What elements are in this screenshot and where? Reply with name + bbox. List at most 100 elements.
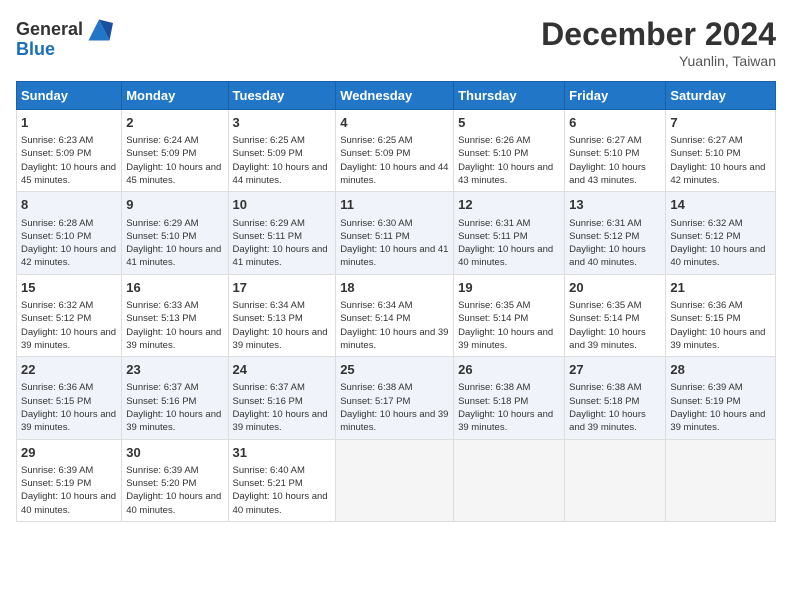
day-number: 16 xyxy=(126,279,223,297)
empty-cell xyxy=(454,439,565,521)
day-info: Sunrise: 6:31 AM Sunset: 5:11 PM Dayligh… xyxy=(458,217,560,270)
empty-cell xyxy=(666,439,776,521)
day-cell-20: 20 Sunrise: 6:35 AM Sunset: 5:14 PM Dayl… xyxy=(565,274,666,356)
day-number: 8 xyxy=(21,196,117,214)
day-info: Sunrise: 6:27 AM Sunset: 5:10 PM Dayligh… xyxy=(569,134,661,187)
day-info: Sunrise: 6:30 AM Sunset: 5:11 PM Dayligh… xyxy=(340,217,449,270)
day-number: 28 xyxy=(670,361,771,379)
day-info: Sunrise: 6:28 AM Sunset: 5:10 PM Dayligh… xyxy=(21,217,117,270)
empty-cell xyxy=(336,439,454,521)
day-number: 29 xyxy=(21,444,117,462)
col-monday: Monday xyxy=(122,82,228,110)
day-info: Sunrise: 6:25 AM Sunset: 5:09 PM Dayligh… xyxy=(233,134,332,187)
day-info: Sunrise: 6:29 AM Sunset: 5:10 PM Dayligh… xyxy=(126,217,223,270)
day-number: 7 xyxy=(670,114,771,132)
day-cell-17: 17 Sunrise: 6:34 AM Sunset: 5:13 PM Dayl… xyxy=(228,274,336,356)
title-block: December 2024 Yuanlin, Taiwan xyxy=(541,16,776,69)
day-number: 15 xyxy=(21,279,117,297)
day-cell-22: 22 Sunrise: 6:36 AM Sunset: 5:15 PM Dayl… xyxy=(17,357,122,439)
day-cell-3: 3 Sunrise: 6:25 AM Sunset: 5:09 PM Dayli… xyxy=(228,110,336,192)
day-cell-1: 1 Sunrise: 6:23 AM Sunset: 5:09 PM Dayli… xyxy=(17,110,122,192)
day-number: 12 xyxy=(458,196,560,214)
day-number: 6 xyxy=(569,114,661,132)
day-cell-5: 5 Sunrise: 6:26 AM Sunset: 5:10 PM Dayli… xyxy=(454,110,565,192)
day-info: Sunrise: 6:39 AM Sunset: 5:19 PM Dayligh… xyxy=(670,381,771,434)
day-info: Sunrise: 6:37 AM Sunset: 5:16 PM Dayligh… xyxy=(126,381,223,434)
day-number: 23 xyxy=(126,361,223,379)
day-info: Sunrise: 6:36 AM Sunset: 5:15 PM Dayligh… xyxy=(670,299,771,352)
day-info: Sunrise: 6:32 AM Sunset: 5:12 PM Dayligh… xyxy=(670,217,771,270)
day-info: Sunrise: 6:34 AM Sunset: 5:14 PM Dayligh… xyxy=(340,299,449,352)
day-info: Sunrise: 6:39 AM Sunset: 5:19 PM Dayligh… xyxy=(21,464,117,517)
day-info: Sunrise: 6:29 AM Sunset: 5:11 PM Dayligh… xyxy=(233,217,332,270)
day-number: 31 xyxy=(233,444,332,462)
day-number: 3 xyxy=(233,114,332,132)
day-number: 14 xyxy=(670,196,771,214)
day-cell-31: 31 Sunrise: 6:40 AM Sunset: 5:21 PM Dayl… xyxy=(228,439,336,521)
empty-cell xyxy=(565,439,666,521)
day-cell-13: 13 Sunrise: 6:31 AM Sunset: 5:12 PM Dayl… xyxy=(565,192,666,274)
day-number: 18 xyxy=(340,279,449,297)
day-cell-23: 23 Sunrise: 6:37 AM Sunset: 5:16 PM Dayl… xyxy=(122,357,228,439)
day-number: 5 xyxy=(458,114,560,132)
day-info: Sunrise: 6:40 AM Sunset: 5:21 PM Dayligh… xyxy=(233,464,332,517)
week-row-5: 29 Sunrise: 6:39 AM Sunset: 5:19 PM Dayl… xyxy=(17,439,776,521)
day-cell-7: 7 Sunrise: 6:27 AM Sunset: 5:10 PM Dayli… xyxy=(666,110,776,192)
day-cell-16: 16 Sunrise: 6:33 AM Sunset: 5:13 PM Dayl… xyxy=(122,274,228,356)
day-info: Sunrise: 6:34 AM Sunset: 5:13 PM Dayligh… xyxy=(233,299,332,352)
day-info: Sunrise: 6:38 AM Sunset: 5:17 PM Dayligh… xyxy=(340,381,449,434)
day-number: 1 xyxy=(21,114,117,132)
day-number: 24 xyxy=(233,361,332,379)
day-cell-29: 29 Sunrise: 6:39 AM Sunset: 5:19 PM Dayl… xyxy=(17,439,122,521)
day-info: Sunrise: 6:33 AM Sunset: 5:13 PM Dayligh… xyxy=(126,299,223,352)
day-number: 9 xyxy=(126,196,223,214)
day-info: Sunrise: 6:38 AM Sunset: 5:18 PM Dayligh… xyxy=(569,381,661,434)
logo-icon xyxy=(85,16,113,44)
header: General Blue December 2024 Yuanlin, Taiw… xyxy=(16,16,776,69)
day-number: 26 xyxy=(458,361,560,379)
col-friday: Friday xyxy=(565,82,666,110)
day-cell-14: 14 Sunrise: 6:32 AM Sunset: 5:12 PM Dayl… xyxy=(666,192,776,274)
day-info: Sunrise: 6:37 AM Sunset: 5:16 PM Dayligh… xyxy=(233,381,332,434)
day-info: Sunrise: 6:35 AM Sunset: 5:14 PM Dayligh… xyxy=(458,299,560,352)
logo-general: General xyxy=(16,19,83,39)
day-cell-12: 12 Sunrise: 6:31 AM Sunset: 5:11 PM Dayl… xyxy=(454,192,565,274)
col-sunday: Sunday xyxy=(17,82,122,110)
day-number: 19 xyxy=(458,279,560,297)
col-thursday: Thursday xyxy=(454,82,565,110)
logo-blue: Blue xyxy=(16,39,55,59)
calendar-container: General Blue December 2024 Yuanlin, Taiw… xyxy=(0,0,792,530)
day-number: 27 xyxy=(569,361,661,379)
day-info: Sunrise: 6:31 AM Sunset: 5:12 PM Dayligh… xyxy=(569,217,661,270)
day-cell-21: 21 Sunrise: 6:36 AM Sunset: 5:15 PM Dayl… xyxy=(666,274,776,356)
day-number: 10 xyxy=(233,196,332,214)
col-tuesday: Tuesday xyxy=(228,82,336,110)
logo: General Blue xyxy=(16,16,113,60)
day-cell-27: 27 Sunrise: 6:38 AM Sunset: 5:18 PM Dayl… xyxy=(565,357,666,439)
day-info: Sunrise: 6:39 AM Sunset: 5:20 PM Dayligh… xyxy=(126,464,223,517)
col-saturday: Saturday xyxy=(666,82,776,110)
day-cell-6: 6 Sunrise: 6:27 AM Sunset: 5:10 PM Dayli… xyxy=(565,110,666,192)
day-info: Sunrise: 6:38 AM Sunset: 5:18 PM Dayligh… xyxy=(458,381,560,434)
day-info: Sunrise: 6:25 AM Sunset: 5:09 PM Dayligh… xyxy=(340,134,449,187)
day-cell-28: 28 Sunrise: 6:39 AM Sunset: 5:19 PM Dayl… xyxy=(666,357,776,439)
day-number: 13 xyxy=(569,196,661,214)
day-number: 11 xyxy=(340,196,449,214)
day-cell-4: 4 Sunrise: 6:25 AM Sunset: 5:09 PM Dayli… xyxy=(336,110,454,192)
location: Yuanlin, Taiwan xyxy=(541,53,776,69)
col-wednesday: Wednesday xyxy=(336,82,454,110)
day-cell-25: 25 Sunrise: 6:38 AM Sunset: 5:17 PM Dayl… xyxy=(336,357,454,439)
day-number: 4 xyxy=(340,114,449,132)
week-row-4: 22 Sunrise: 6:36 AM Sunset: 5:15 PM Dayl… xyxy=(17,357,776,439)
calendar-table: Sunday Monday Tuesday Wednesday Thursday… xyxy=(16,81,776,522)
day-cell-18: 18 Sunrise: 6:34 AM Sunset: 5:14 PM Dayl… xyxy=(336,274,454,356)
day-info: Sunrise: 6:36 AM Sunset: 5:15 PM Dayligh… xyxy=(21,381,117,434)
day-cell-26: 26 Sunrise: 6:38 AM Sunset: 5:18 PM Dayl… xyxy=(454,357,565,439)
day-cell-19: 19 Sunrise: 6:35 AM Sunset: 5:14 PM Dayl… xyxy=(454,274,565,356)
day-number: 21 xyxy=(670,279,771,297)
week-row-1: 1 Sunrise: 6:23 AM Sunset: 5:09 PM Dayli… xyxy=(17,110,776,192)
day-info: Sunrise: 6:32 AM Sunset: 5:12 PM Dayligh… xyxy=(21,299,117,352)
day-number: 20 xyxy=(569,279,661,297)
day-number: 2 xyxy=(126,114,223,132)
day-info: Sunrise: 6:24 AM Sunset: 5:09 PM Dayligh… xyxy=(126,134,223,187)
